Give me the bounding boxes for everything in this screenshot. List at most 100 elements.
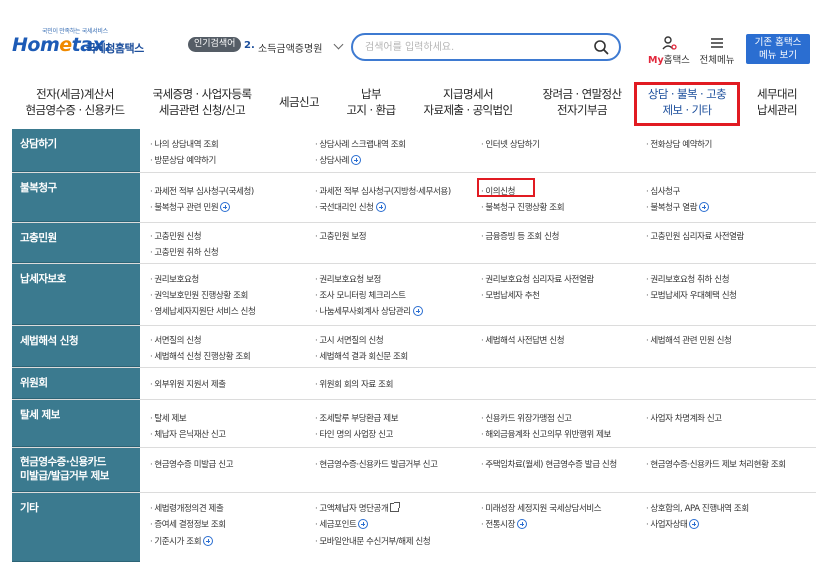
plus-circle-icon[interactable] — [517, 519, 527, 529]
gnb-tab-tax-agent[interactable]: 세무대리 납세관리 — [744, 78, 810, 126]
menu-link[interactable]: 외부위원 지원서 제출 — [150, 378, 226, 390]
menu-link[interactable]: 현금영수증·신용카드 발급거부 신고 — [315, 458, 438, 470]
menu-link[interactable]: 체납자 은닉재산 신고 — [150, 428, 226, 440]
menu-link[interactable]: 고충민원 신청 — [150, 230, 201, 242]
menu-link[interactable]: 위원회 회의 자료 조회 — [315, 378, 393, 390]
old-menu-button[interactable]: 기존 홈택스 메뉴 보기 — [746, 34, 810, 64]
gnb-label: 납세관리 — [757, 103, 798, 117]
menu-link-label: 세금포인트 — [319, 520, 357, 530]
menu-link[interactable]: 고액체납자 명단공개 — [315, 502, 401, 514]
menu-link[interactable]: 모범납세자 추천 — [481, 289, 540, 301]
menu-link[interactable]: 상담사례 — [315, 154, 361, 166]
plus-circle-icon[interactable] — [689, 519, 700, 529]
menu-link[interactable]: 심사청구 — [646, 185, 680, 197]
plus-circle-icon[interactable] — [358, 519, 369, 529]
gnb-label: 국세증명 · 사업자등록 — [152, 87, 253, 101]
menu-link[interactable]: 주택임차료(월세) 현금영수증 발급 신청 — [481, 458, 617, 470]
plus-circle-icon[interactable] — [203, 536, 214, 546]
menu-link[interactable]: 영세납세자지원단 서비스 신청 — [150, 305, 255, 317]
gnb-tab-tax-filing[interactable]: 세금신고 — [268, 78, 330, 126]
menu-link[interactable]: 전화상담 예약하기 — [646, 138, 712, 150]
plus-circle-icon[interactable] — [375, 202, 386, 212]
popular-keyword[interactable]: 소득금액증명원 — [258, 40, 322, 55]
category-grievance[interactable]: 고충민원 — [12, 223, 140, 263]
menu-link[interactable]: 타인 명의 사업장 신고 — [315, 428, 393, 440]
category-consult[interactable]: 상담하기 — [12, 129, 140, 172]
gnb-tab-statement[interactable]: 지급명세서 자료제출 · 공익법인 — [416, 78, 520, 126]
menu-link[interactable]: 고충민원 취하 신청 — [150, 246, 218, 258]
menu-link[interactable]: 현금영수증·신용카드 제보 처리현황 조회 — [646, 458, 786, 470]
menu-link[interactable]: 상담사례 스크랩내역 조회 — [315, 138, 406, 150]
menu-link[interactable]: 신용카드 위장가맹점 신고 — [481, 412, 572, 424]
menu-link[interactable]: 해외금융계좌 신고의무 위반행위 제보 — [481, 428, 611, 440]
search-icon[interactable] — [593, 39, 609, 55]
menu-link[interactable]: 인터넷 상담하기 — [481, 138, 540, 150]
menu-link[interactable]: 세금포인트 — [315, 518, 369, 530]
menu-link[interactable]: 조사 모니터링 체크리스트 — [315, 289, 406, 301]
menu-link[interactable]: 모범납세자 우대혜택 신청 — [646, 289, 737, 301]
menu-link[interactable]: 고충민원 심리자료 사전열람 — [646, 230, 744, 242]
menu-link[interactable]: 전통시장 — [481, 518, 527, 530]
menu-link[interactable]: 모바일안내문 수신거부/해제 신청 — [315, 535, 430, 547]
menu-link[interactable]: 사업자상태 — [646, 518, 700, 530]
menu-link[interactable]: 나의 상담내역 조회 — [150, 138, 218, 150]
all-menu-button[interactable]: 전체메뉴 — [697, 35, 737, 66]
menu-link[interactable]: 증여세 결정정보 조회 — [150, 518, 226, 530]
menu-link[interactable]: 고시 서면질의 신청 — [315, 334, 383, 346]
menu-link[interactable]: 방문상담 예약하기 — [150, 154, 216, 166]
plus-circle-icon[interactable] — [412, 306, 423, 316]
menu-link[interactable]: 미래성장 세정지원 국세상담서비스 — [481, 502, 601, 514]
menu-link[interactable]: 권리보호요청 보정 — [315, 273, 381, 285]
menu-link[interactable]: 권리보호요청 취하 신청 — [646, 273, 729, 285]
menu-link[interactable]: 세법해석 신청 진행상황 조회 — [150, 350, 250, 362]
category-committee[interactable]: 위원회 — [12, 368, 140, 399]
menu-link[interactable]: 서면질의 신청 — [150, 334, 201, 346]
menu-row-appeal: 불복청구 과세전 적부 심사청구(국세청) 불복청구 관련 민원 과세전 적부 … — [12, 173, 816, 223]
my-hometax-button[interactable]: My홈택스 — [646, 35, 692, 66]
menu-link[interactable]: 불복청구 관련 민원 — [150, 201, 231, 213]
menu-link[interactable]: 상호합의, APA 진행내역 조회 — [646, 502, 749, 514]
menu-link[interactable]: 고충민원 보정 — [315, 230, 366, 242]
popular-rank: 2. — [244, 40, 255, 51]
menu-link[interactable]: 권리보호요청 심리자료 사전열람 — [481, 273, 594, 285]
category-etc[interactable]: 기타 — [12, 493, 140, 562]
menu-link-label: 기준시가 조회 — [154, 537, 202, 547]
menu-link[interactable]: 금융증빙 등 조회 신청 — [481, 230, 559, 242]
category-interpretation[interactable]: 세법해석 신청 — [12, 326, 140, 367]
menu-link[interactable]: 세법해석 결과 회신문 조회 — [315, 350, 408, 362]
menu-link[interactable]: 탈세 제보 — [150, 412, 186, 424]
menu-link[interactable]: 불복청구 진행상황 조회 — [481, 201, 564, 213]
menu-link[interactable]: 세법해석 사전답변 신청 — [481, 334, 564, 346]
gnb-tab-incentive[interactable]: 장려금 · 연말정산 전자기부금 — [534, 78, 630, 126]
plus-circle-icon[interactable] — [220, 202, 231, 212]
menu-link-label: 전통시장 — [485, 520, 515, 530]
category-appeal[interactable]: 불복청구 — [12, 173, 140, 222]
menu-link[interactable]: 현금영수증 미발급 신고 — [150, 458, 233, 470]
gnb-tab-einvoice[interactable]: 전자(세금)계산서 현금영수증 · 신용카드 — [18, 78, 132, 126]
menu-link[interactable]: 국선대리인 신청 — [315, 201, 386, 213]
search-box — [351, 33, 621, 61]
menu-link[interactable]: 불복청구 열람 — [646, 201, 710, 213]
menu-link[interactable]: 기준시가 조회 — [150, 535, 214, 547]
menu-link[interactable]: 과세전 적부 심사청구(지방청·세무서용) — [315, 185, 451, 197]
menu-link[interactable]: 권리보호요청 — [150, 273, 199, 285]
menu-link[interactable]: 권익보호민원 진행상황 조회 — [150, 289, 248, 301]
menu-link[interactable]: 세법해석 관련 민원 신청 — [646, 334, 732, 346]
menu-link[interactable]: 과세전 적부 심사청구(국세청) — [150, 185, 254, 197]
menu-link[interactable]: 조세탈루 부당환급 제보 — [315, 412, 398, 424]
gnb-tab-payment[interactable]: 납부 고지 · 환급 — [338, 78, 404, 126]
all-menu-label: 전체메뉴 — [699, 55, 735, 66]
plus-circle-icon[interactable] — [351, 155, 361, 165]
menu-link[interactable]: 세법령개정의견 제출 — [150, 502, 223, 514]
category-cash-receipt[interactable]: 현금영수증·신용카드 미발급/발급거부 제보 — [12, 448, 140, 492]
plus-circle-icon[interactable] — [699, 202, 710, 212]
menu-link[interactable]: 나눔세무사회계사 상담관리 — [315, 305, 423, 317]
category-tax-evasion-report[interactable]: 탈세 제보 — [12, 400, 140, 447]
search-input[interactable] — [365, 39, 585, 55]
header: 국민이 만족하는 국세서비스 Hometax. 국세청홈택스 인기검색어 2. … — [0, 0, 816, 72]
category-protection[interactable]: 납세자보호 — [12, 264, 140, 325]
chevron-down-icon[interactable] — [333, 39, 344, 50]
menu-link-label: 불복청구 열람 — [650, 203, 698, 213]
gnb-tab-certificate[interactable]: 국세증명 · 사업자등록 세금관련 신청/신고 — [146, 78, 258, 126]
menu-link[interactable]: 사업자 차명계좌 신고 — [646, 412, 722, 424]
